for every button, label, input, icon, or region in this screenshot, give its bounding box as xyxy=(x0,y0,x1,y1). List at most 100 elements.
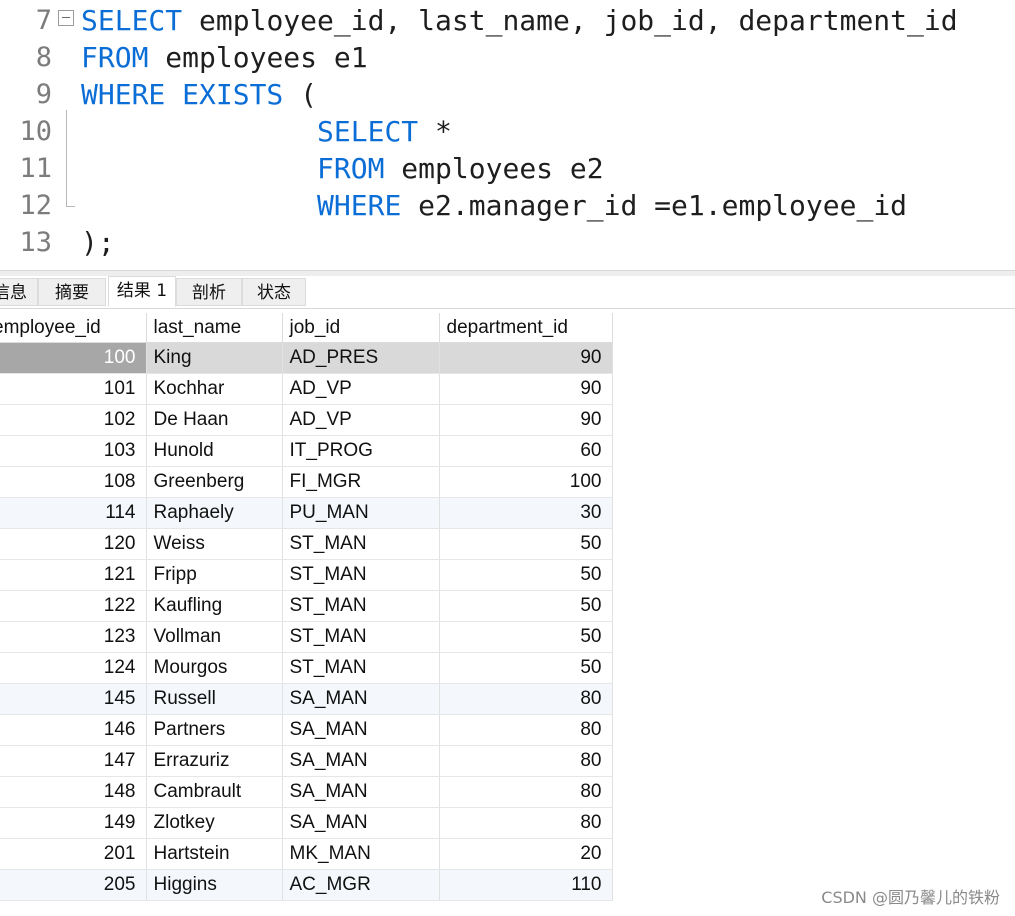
cell-job-id[interactable]: ST_MAN xyxy=(282,559,440,591)
cell-employee-id[interactable]: 123 xyxy=(0,621,147,653)
cell-last-name[interactable]: De Haan xyxy=(146,404,283,436)
cell-employee-id[interactable]: 147 xyxy=(0,745,147,777)
cell-department-id[interactable]: 90 xyxy=(439,404,613,436)
cell-employee-id[interactable]: 120 xyxy=(0,528,147,560)
tab-result-1[interactable]: 结果 1 xyxy=(108,276,176,307)
code-line[interactable]: 13); xyxy=(0,224,1015,261)
cell-department-id[interactable]: 110 xyxy=(439,869,613,901)
cell-job-id[interactable]: SA_MAN xyxy=(282,683,440,715)
cell-department-id[interactable]: 80 xyxy=(439,714,613,746)
cell-job-id[interactable]: AD_VP xyxy=(282,404,440,436)
table-row[interactable]: 102 De Haan AD_VP 90 xyxy=(0,404,613,436)
table-row[interactable]: 148 Cambrault SA_MAN 80 xyxy=(0,776,613,808)
cell-department-id[interactable]: 20 xyxy=(439,838,613,870)
table-row[interactable]: 123 Vollman ST_MAN 50 xyxy=(0,621,613,653)
table-row[interactable]: 121 Fripp ST_MAN 50 xyxy=(0,559,613,591)
table-row[interactable]: 103 Hunold IT_PROG 60 xyxy=(0,435,613,467)
tab-info[interactable]: 信息 xyxy=(0,278,38,306)
cell-last-name[interactable]: Cambrault xyxy=(146,776,283,808)
column-header-department-id[interactable]: department_id xyxy=(439,313,613,343)
cell-department-id[interactable]: 30 xyxy=(439,497,613,529)
cell-employee-id[interactable]: 121 xyxy=(0,559,147,591)
result-grid[interactable]: employee_id last_name job_id department_id … xyxy=(0,313,613,901)
code-line[interactable]: 10 SELECT * xyxy=(0,113,1015,150)
cell-last-name[interactable]: Fripp xyxy=(146,559,283,591)
code-line[interactable]: 12 WHERE e2.manager_id =e1.employee_id xyxy=(0,187,1015,224)
table-row[interactable]: 120 Weiss ST_MAN 50 xyxy=(0,528,613,560)
cell-employee-id[interactable]: 122 xyxy=(0,590,147,622)
cell-last-name[interactable]: Hartstein xyxy=(146,838,283,870)
cell-employee-id[interactable]: 101 xyxy=(0,373,147,405)
cell-employee-id[interactable]: 148 xyxy=(0,776,147,808)
cell-job-id[interactable]: AC_MGR xyxy=(282,869,440,901)
cell-last-name[interactable]: Partners xyxy=(146,714,283,746)
cell-employee-id[interactable]: 145 xyxy=(0,683,147,715)
cell-employee-id[interactable]: 205 xyxy=(0,869,147,901)
cell-last-name[interactable]: Zlotkey xyxy=(146,807,283,839)
cell-department-id[interactable]: 60 xyxy=(439,435,613,467)
cell-last-name[interactable]: Russell xyxy=(146,683,283,715)
cell-employee-id[interactable]: 114 xyxy=(0,497,147,529)
code-line[interactable]: 11 FROM employees e2 xyxy=(0,150,1015,187)
table-row[interactable]: 201 Hartstein MK_MAN 20 xyxy=(0,838,613,870)
cell-department-id[interactable]: 80 xyxy=(439,683,613,715)
code-line[interactable]: 8 FROM employees e1 xyxy=(0,39,1015,76)
cell-employee-id[interactable]: 124 xyxy=(0,652,147,684)
cell-last-name[interactable]: Higgins xyxy=(146,869,283,901)
table-row[interactable]: 124 Mourgos ST_MAN 50 xyxy=(0,652,613,684)
cell-department-id[interactable]: 50 xyxy=(439,559,613,591)
cell-employee-id[interactable]: 103 xyxy=(0,435,147,467)
table-row[interactable]: 122 Kaufling ST_MAN 50 xyxy=(0,590,613,622)
code-line[interactable]: 7 SELECT employee_id, last_name, job_id, … xyxy=(0,2,1015,39)
cell-job-id[interactable]: SA_MAN xyxy=(282,776,440,808)
cell-job-id[interactable]: ST_MAN xyxy=(282,528,440,560)
cell-job-id[interactable]: ST_MAN xyxy=(282,621,440,653)
cell-employee-id[interactable]: 201 xyxy=(0,838,147,870)
cell-job-id[interactable]: IT_PROG xyxy=(282,435,440,467)
cell-job-id[interactable]: ST_MAN xyxy=(282,652,440,684)
cell-department-id[interactable]: 50 xyxy=(439,590,613,622)
cell-employee-id[interactable]: 100 xyxy=(0,342,147,374)
column-header-job-id[interactable]: job_id xyxy=(282,313,440,343)
cell-department-id[interactable]: 80 xyxy=(439,745,613,777)
cell-department-id[interactable]: 90 xyxy=(439,342,613,374)
cell-last-name[interactable]: Mourgos xyxy=(146,652,283,684)
cell-last-name[interactable]: Raphaely xyxy=(146,497,283,529)
cell-last-name[interactable]: King xyxy=(146,342,283,374)
cell-department-id[interactable]: 50 xyxy=(439,528,613,560)
table-row[interactable]: 145 Russell SA_MAN 80 xyxy=(0,683,613,715)
tab-profile[interactable]: 剖析 xyxy=(176,278,242,306)
cell-job-id[interactable]: SA_MAN xyxy=(282,745,440,777)
cell-last-name[interactable]: Greenberg xyxy=(146,466,283,498)
cell-job-id[interactable]: MK_MAN xyxy=(282,838,440,870)
cell-job-id[interactable]: ST_MAN xyxy=(282,590,440,622)
cell-job-id[interactable]: AD_PRES xyxy=(282,342,440,374)
cell-department-id[interactable]: 50 xyxy=(439,621,613,653)
cell-last-name[interactable]: Kochhar xyxy=(146,373,283,405)
cell-employee-id[interactable]: 146 xyxy=(0,714,147,746)
cell-job-id[interactable]: SA_MAN xyxy=(282,714,440,746)
cell-job-id[interactable]: PU_MAN xyxy=(282,497,440,529)
table-row[interactable]: 149 Zlotkey SA_MAN 80 xyxy=(0,807,613,839)
table-row[interactable]: 101 Kochhar AD_VP 90 xyxy=(0,373,613,405)
cell-last-name[interactable]: Vollman xyxy=(146,621,283,653)
cell-last-name[interactable]: Weiss xyxy=(146,528,283,560)
column-header-employee-id[interactable]: employee_id xyxy=(0,313,147,343)
table-row[interactable]: 100 King AD_PRES 90 xyxy=(0,342,613,374)
cell-department-id[interactable]: 50 xyxy=(439,652,613,684)
cell-last-name[interactable]: Hunold xyxy=(146,435,283,467)
cell-job-id[interactable]: AD_VP xyxy=(282,373,440,405)
cell-department-id[interactable]: 80 xyxy=(439,776,613,808)
tab-summary[interactable]: 摘要 xyxy=(38,278,106,306)
cell-last-name[interactable]: Kaufling xyxy=(146,590,283,622)
cell-job-id[interactable]: SA_MAN xyxy=(282,807,440,839)
code-line[interactable]: 9 WHERE EXISTS ( xyxy=(0,76,1015,113)
table-row[interactable]: 114 Raphaely PU_MAN 30 xyxy=(0,497,613,529)
table-row[interactable]: 108 Greenberg FI_MGR 100 xyxy=(0,466,613,498)
column-header-last-name[interactable]: last_name xyxy=(146,313,283,343)
cell-last-name[interactable]: Errazuriz xyxy=(146,745,283,777)
table-row[interactable]: 205 Higgins AC_MGR 110 xyxy=(0,869,613,901)
table-row[interactable]: 146 Partners SA_MAN 80 xyxy=(0,714,613,746)
sql-editor[interactable]: 7 SELECT employee_id, last_name, job_id, … xyxy=(0,0,1015,270)
cell-department-id[interactable]: 90 xyxy=(439,373,613,405)
